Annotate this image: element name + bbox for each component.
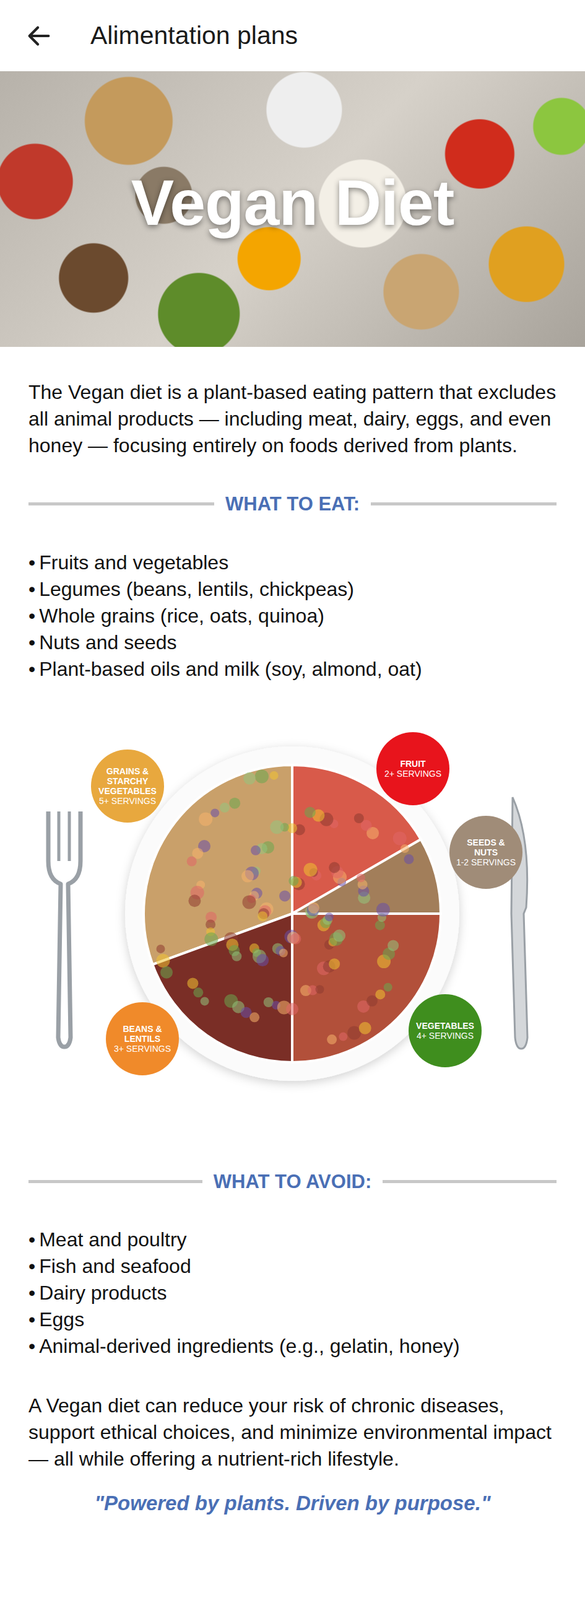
serving-badge: VEGETABLES4+ SERVINGS — [408, 993, 482, 1067]
list-item: •Animal-derived ingredients (e.g., gelat… — [28, 1332, 557, 1359]
list-item: •Legumes (beans, lentils, chickpeas) — [28, 575, 557, 603]
item-text: Nuts and seeds — [39, 628, 177, 656]
bullet: • — [28, 549, 36, 576]
badge-servings: 5+ SERVINGS — [99, 795, 156, 806]
bullet: • — [28, 1252, 36, 1279]
hero-banner: Vegan Diet — [0, 71, 585, 347]
item-text: Eggs — [39, 1305, 85, 1333]
list-item: •Eggs — [28, 1305, 557, 1333]
badge-label: SEEDS & NUTS — [454, 836, 518, 857]
badge-servings: 2+ SERVINGS — [384, 768, 442, 779]
bullet: • — [28, 1305, 36, 1333]
bullet: • — [28, 575, 36, 603]
item-text: Plant-based oils and milk (soy, almond, … — [39, 655, 422, 683]
divider-line — [370, 502, 557, 506]
list-item: •Fruits and vegetables — [28, 549, 557, 576]
badge-servings: 4+ SERVINGS — [416, 1030, 474, 1040]
item-text: Dairy products — [39, 1278, 167, 1306]
bullet: • — [28, 1278, 36, 1306]
section-divider: WHAT TO AVOID: — [28, 1167, 557, 1195]
item-text: Animal-derived ingredients (e.g., gelati… — [39, 1332, 460, 1359]
back-arrow-icon[interactable] — [24, 21, 54, 51]
plate-diagram: GRAINS & STARCHY VEGETABLES5+ SERVINGS FR… — [0, 727, 585, 1094]
bullet: • — [28, 1225, 36, 1253]
bullet: • — [28, 602, 36, 629]
tagline: "Powered by plants. Driven by purpose." — [28, 1490, 557, 1528]
bullet: • — [28, 628, 36, 656]
item-text: Legumes (beans, lentils, chickpeas) — [39, 575, 355, 603]
plate-illustration — [0, 727, 585, 1094]
list-item: •Meat and poultry — [28, 1225, 557, 1253]
serving-badge: SEEDS & NUTS1-2 SERVINGS — [449, 815, 523, 889]
content: The Vegan diet is a plant-based eating p… — [0, 378, 585, 1528]
list-item: •Plant-based oils and milk (soy, almond,… — [28, 655, 557, 683]
app-bar: Alimentation plans — [0, 0, 585, 72]
item-text: Meat and poultry — [39, 1225, 187, 1253]
section-heading: WHAT TO EAT: — [225, 492, 360, 516]
item-text: Whole grains (rice, oats, quinoa) — [39, 602, 325, 629]
list-item: •Fish and seafood — [28, 1252, 557, 1279]
fork-icon — [48, 810, 81, 1047]
badge-label: FRUIT — [399, 758, 426, 769]
outro-text: A Vegan diet can reduce your risk of chr… — [28, 1391, 557, 1472]
serving-badge: BEANS & LENTILS3+ SERVINGS — [105, 1001, 179, 1075]
section-divider: WHAT TO EAT: — [28, 490, 557, 517]
list-item: •Whole grains (rice, oats, quinoa) — [28, 602, 557, 629]
list-item: •Nuts and seeds — [28, 628, 557, 656]
bullet: • — [28, 1332, 36, 1359]
bullet-list: •Meat and poultry•Fish and seafood•Dairy… — [28, 1225, 557, 1359]
badge-servings: 1-2 SERVINGS — [456, 856, 516, 867]
bullet-list: •Fruits and vegetables•Legumes (beans, l… — [28, 549, 557, 683]
intro-text: The Vegan diet is a plant-based eating p… — [28, 378, 557, 459]
page-title: Alimentation plans — [90, 21, 298, 51]
badge-servings: 3+ SERVINGS — [113, 1043, 171, 1053]
serving-badge: GRAINS & STARCHY VEGETABLES5+ SERVINGS — [91, 749, 165, 823]
divider-line — [382, 1179, 557, 1183]
badge-label: GRAINS & STARCHY VEGETABLES — [95, 765, 160, 796]
badge-label: VEGETABLES — [416, 1020, 475, 1031]
divider-line — [28, 502, 215, 506]
hero-title: Vegan Diet — [131, 165, 455, 240]
divider-line — [28, 1179, 203, 1183]
plate-section — [292, 838, 441, 914]
badge-label: BEANS & LENTILS — [110, 1023, 174, 1044]
list-item: •Dairy products — [28, 1278, 557, 1306]
section-heading: WHAT TO AVOID: — [213, 1170, 372, 1193]
bullet: • — [28, 655, 36, 683]
item-text: Fruits and vegetables — [39, 549, 229, 576]
item-text: Fish and seafood — [39, 1252, 192, 1279]
serving-badge: FRUIT2+ SERVINGS — [376, 731, 450, 805]
